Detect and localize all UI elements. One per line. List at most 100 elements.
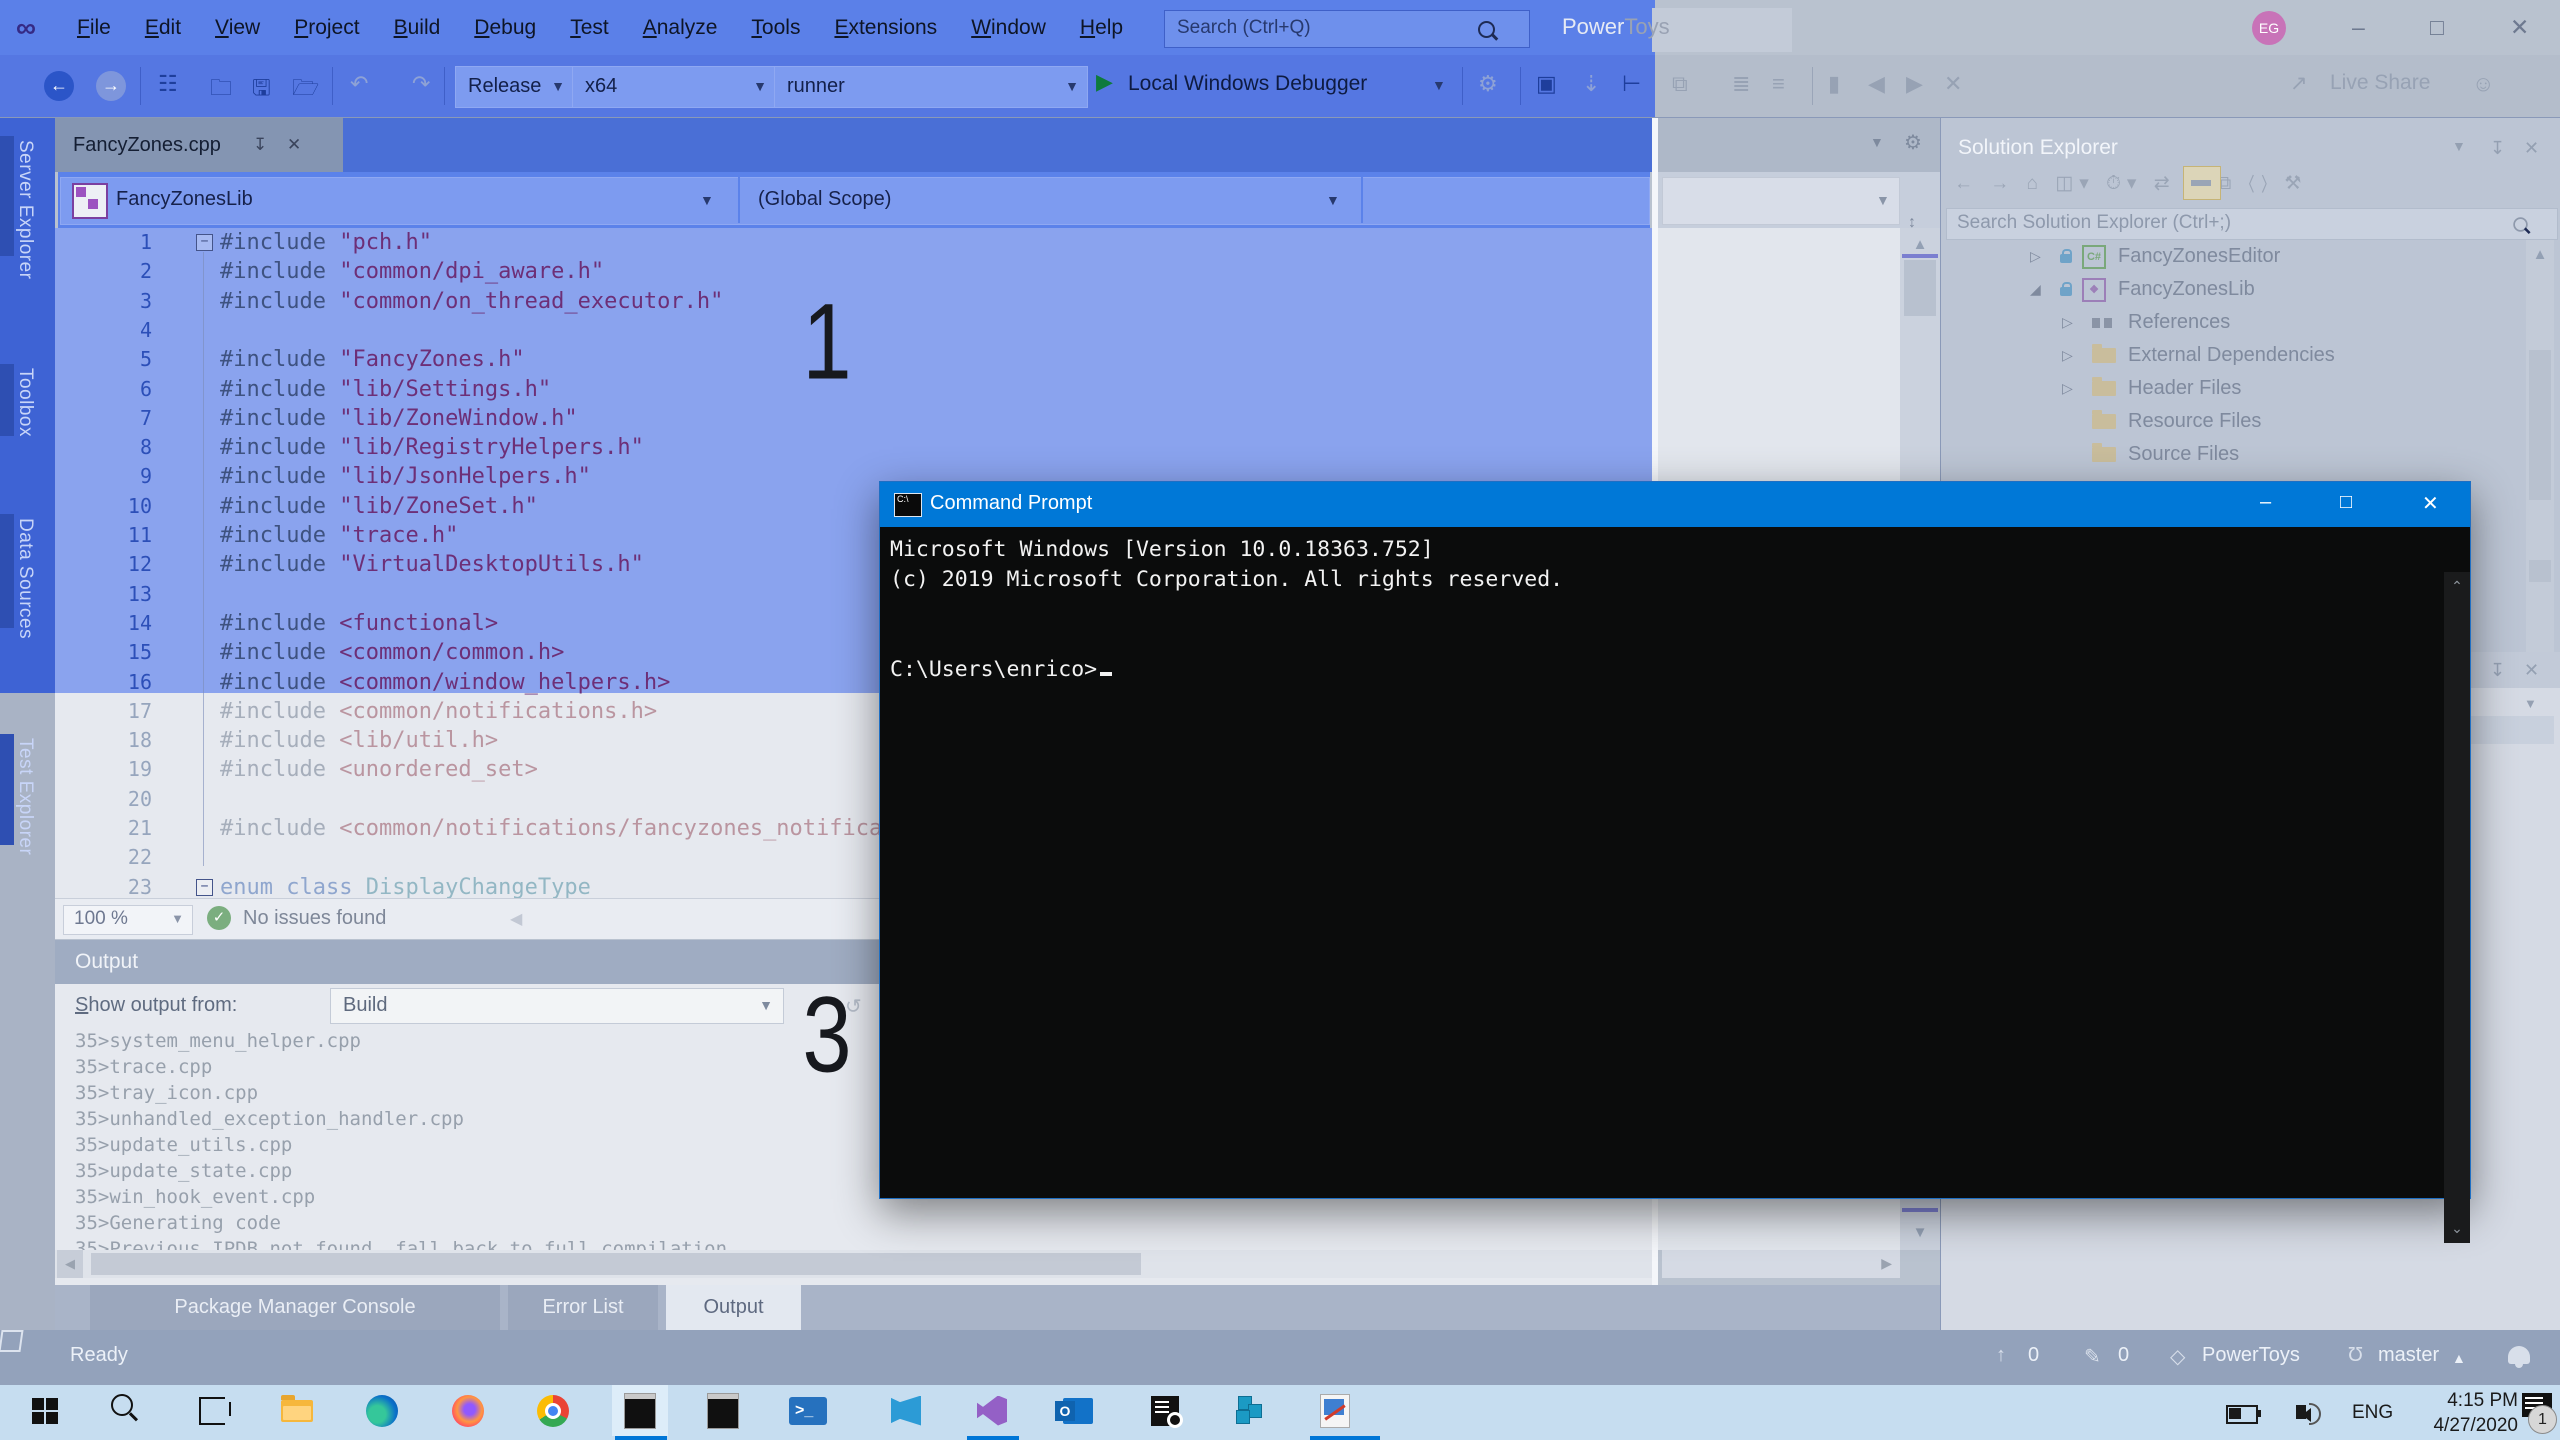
sort-icon[interactable]: ≡: [1772, 71, 1785, 97]
debug-target-caret-icon[interactable]: ▼: [1432, 77, 1446, 93]
taskbar-visualstudio[interactable]: [964, 1385, 1020, 1440]
redo-icon[interactable]: ↷: [412, 71, 430, 97]
sidebar-tab-toolbox[interactable]: Toolbox: [14, 368, 36, 437]
notifications-bell-icon[interactable]: [2508, 1346, 2530, 1368]
health-status-text[interactable]: No issues found: [243, 907, 386, 930]
startup-project-dropdown[interactable]: runner ▼: [774, 66, 1088, 108]
nav-scope-dropdown[interactable]: (Global Scope): [758, 188, 891, 211]
volume-icon[interactable]: [2296, 1403, 2321, 1425]
keyboard-language[interactable]: ENG: [2352, 1385, 2393, 1440]
taskbar-explorer[interactable]: [269, 1385, 325, 1436]
panel-pin-icon[interactable]: ↧: [2490, 138, 2505, 159]
taskbar-taskview[interactable]: [184, 1385, 240, 1436]
navigate-forward-icon[interactable]: →: [96, 71, 126, 101]
cmd-minimize-button[interactable]: –: [2260, 491, 2271, 514]
solution-tree[interactable]: ▷ C# FancyZonesEditor ◢ ❖ FancyZonesLib ▷ Refer…: [1940, 240, 2520, 480]
panel-tab-package-manager-console[interactable]: Package Manager Console: [90, 1285, 500, 1330]
cmd-close-button[interactable]: ✕: [2422, 491, 2439, 516]
sidebar-tab-server-explorer[interactable]: Server Explorer: [14, 140, 36, 280]
splitter-handle-icon[interactable]: ↕: [1908, 214, 1916, 232]
platform-dropdown[interactable]: x64 ▼: [572, 66, 776, 108]
taskbar-cmd[interactable]: [612, 1385, 668, 1440]
branch-name[interactable]: master: [2378, 1344, 2439, 1367]
tree-item-fancyzoneseditor[interactable]: ▷ C# FancyZonesEditor: [1940, 240, 2520, 273]
cmd-scroll-down-icon[interactable]: ⌄: [2444, 1220, 2470, 1237]
menu-tools[interactable]: Tools: [734, 0, 817, 55]
properties-pin-icon[interactable]: ↧: [2490, 660, 2505, 681]
panel-options-caret-icon[interactable]: ▼: [2452, 138, 2466, 154]
code-line-5[interactable]: 5 #include "FancyZones.h": [55, 345, 1652, 374]
copy-icon[interactable]: ⧉: [1672, 71, 1688, 97]
minimize-button[interactable]: –: [2352, 14, 2365, 41]
hscroll-right-icon[interactable]: ▶: [1881, 1255, 1892, 1272]
battery-icon[interactable]: [2226, 1405, 2261, 1424]
solution-explorer-toolbar[interactable]: ← → ⌂ ◫▾ ⏱▾ ⇄ ⧉ ⧉ 〈〉 ⚒: [1954, 172, 2307, 195]
repo-icon[interactable]: ◇: [2170, 1344, 2185, 1369]
line-down-icon[interactable]: ⇣: [1582, 71, 1600, 97]
zoom-level-dropdown[interactable]: 100 % ▼: [63, 905, 193, 935]
output-source-dropdown[interactable]: Build ▼: [330, 988, 784, 1024]
cmd-scroll-up-icon[interactable]: ⌃: [2444, 578, 2470, 595]
close-tab-icon[interactable]: ✕: [287, 118, 301, 172]
quick-search-input[interactable]: Search (Ctrl+Q): [1164, 10, 1530, 48]
properties-close-icon[interactable]: ✕: [2524, 660, 2539, 681]
search-icon[interactable]: [1478, 21, 1495, 38]
menu-project[interactable]: Project: [277, 0, 376, 55]
menu-window[interactable]: Window: [954, 0, 1063, 55]
preview-icon[interactable]: ▣: [1536, 71, 1557, 97]
sidebar-tab-test-explorer[interactable]: Test Explorer: [14, 738, 36, 855]
taskbar-firefox[interactable]: [440, 1385, 496, 1436]
push-icon[interactable]: ↑: [1996, 1344, 2006, 1367]
panel-tab-error-list[interactable]: Error List: [508, 1285, 658, 1330]
expander-icon[interactable]: ▷: [2030, 240, 2041, 273]
editor2-nav-caret-icon[interactable]: ▼: [1876, 192, 1890, 208]
configuration-dropdown[interactable]: Release ▼: [455, 66, 574, 108]
scroll-down-icon[interactable]: ▼: [1900, 1224, 1940, 1241]
tree-item-external-dependencies[interactable]: ▷ External Dependencies: [1940, 339, 2520, 372]
menu-test[interactable]: Test: [553, 0, 626, 55]
taskbar-edge[interactable]: [354, 1385, 410, 1436]
menu-debug[interactable]: Debug: [457, 0, 553, 55]
clear-bookmarks-icon[interactable]: ✕: [1944, 71, 1962, 97]
code-line-1[interactable]: 1− #include "pch.h": [55, 228, 1652, 257]
command-prompt-window[interactable]: C:\ Command Prompt – □ ✕ Microsoft Windo…: [879, 481, 2471, 1243]
taskbar-outlook[interactable]: [1050, 1385, 1106, 1436]
tree-item-header-files[interactable]: ▷ Header Files: [1940, 372, 2520, 405]
panel-tab-output[interactable]: Output: [666, 1285, 801, 1330]
prev-bookmark-icon[interactable]: ◀: [1868, 71, 1885, 97]
bookmark-icon[interactable]: ▮: [1828, 71, 1840, 97]
open-file-icon[interactable]: 🗀︎: [210, 71, 232, 109]
taskbar-regedit[interactable]: [1221, 1385, 1277, 1436]
live-share-icon[interactable]: ↗: [2290, 71, 2308, 96]
indent-icon[interactable]: ⊢: [1622, 71, 1641, 97]
undo-icon[interactable]: ↶: [350, 71, 368, 97]
menu-view[interactable]: View: [198, 0, 277, 55]
menu-help[interactable]: Help: [1063, 0, 1140, 55]
se-search-icon[interactable]: [2513, 217, 2528, 232]
hscroll-left-icon[interactable]: ◀: [510, 909, 522, 929]
live-share-button[interactable]: Live Share: [2330, 71, 2430, 95]
branch-icon[interactable]: Ʊ: [2348, 1344, 2363, 1367]
push-count[interactable]: 0: [2028, 1344, 2039, 1367]
edit-count[interactable]: 0: [2118, 1344, 2129, 1367]
fold-toggle-icon[interactable]: −: [196, 234, 213, 251]
editor2-hscrollbar[interactable]: ▶: [1662, 1250, 1900, 1278]
taskbar-chrome[interactable]: [525, 1385, 581, 1436]
menu-file[interactable]: File: [60, 0, 128, 55]
tree-item-references[interactable]: ▷ References: [1940, 306, 2520, 339]
cmd-titlebar[interactable]: C:\ Command Prompt – □ ✕: [880, 482, 2470, 527]
switch-views-button[interactable]: [2183, 166, 2221, 200]
taskbar-cmd2[interactable]: [695, 1385, 751, 1436]
solution-explorer-search-input[interactable]: Search Solution Explorer (Ctrl+;): [1946, 208, 2558, 240]
menu-extensions[interactable]: Extensions: [817, 0, 954, 55]
taskbar-vscode[interactable]: [878, 1385, 934, 1436]
tree-item-fancyzoneslib[interactable]: ◢ ❖ FancyZonesLib: [1940, 273, 2520, 306]
code-line-7[interactable]: 7 #include "lib/ZoneWindow.h": [55, 404, 1652, 433]
cmd-maximize-button[interactable]: □: [2340, 491, 2352, 514]
menu-build[interactable]: Build: [377, 0, 458, 55]
cmd-vscrollbar[interactable]: ⌃ ⌄: [2444, 572, 2470, 1243]
taskbar-start[interactable]: [17, 1385, 73, 1436]
scroll-up-icon[interactable]: ▲: [1900, 236, 1940, 253]
maximize-button[interactable]: □: [2430, 14, 2444, 41]
build-output-log[interactable]: 35>system_menu_helper.cpp 35>trace.cpp 3…: [75, 1028, 738, 1262]
